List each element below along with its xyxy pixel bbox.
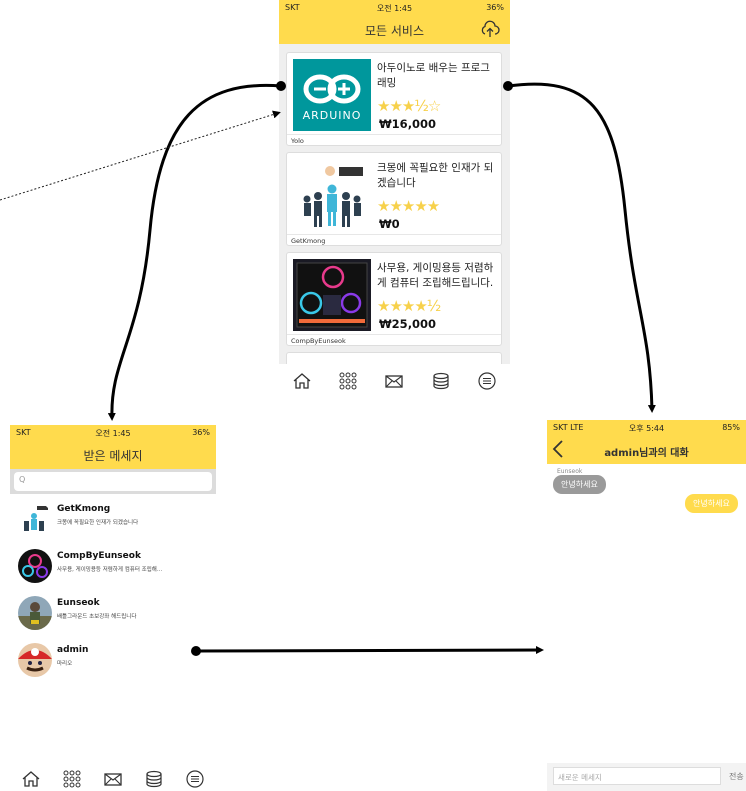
rating-stars: ★★★★½ xyxy=(377,297,441,315)
rating-stars: ★★★½☆ xyxy=(377,97,441,115)
seller-name: GetKmong xyxy=(287,234,501,247)
status-bar: SKT LTE 오후 5:44 85% xyxy=(547,420,746,436)
mail-icon[interactable] xyxy=(101,767,125,791)
messages-screen: SKT 오전 1:45 36% 받은 메세지 Q GetKmong 크몽에 꼭필… xyxy=(10,425,216,791)
status-bar: SKT 오전 1:45 36% xyxy=(279,0,510,16)
service-title: 크몽에 꼭필요한 인재가 되겠습니다 xyxy=(377,162,494,189)
page-title: admin님과의 대화 xyxy=(604,448,689,459)
home-icon[interactable] xyxy=(19,767,43,791)
arrow-admin-to-chat xyxy=(191,646,544,656)
arrow-to-chat xyxy=(503,81,656,413)
people-illustration xyxy=(293,159,371,231)
chat-item-getkmong[interactable]: GetKmong 크몽에 꼭필요한 인재가 되겠습니다 xyxy=(18,502,213,546)
status-bar: SKT 오전 1:45 36% xyxy=(10,425,216,441)
service-title: 아두이노로 배우는 프로그래밍 xyxy=(377,62,490,89)
search-input[interactable]: Q xyxy=(14,472,212,491)
battery-label: 36% xyxy=(192,428,210,437)
service-card-getkmong[interactable]: 크몽에 꼭필요한 인재가 되겠습니다 ★★★★★ ₩0 GetKmong xyxy=(286,152,502,246)
avatar xyxy=(18,596,52,630)
chat-preview: 크몽에 꼭필요한 인재가 되겠습니다 xyxy=(57,520,139,526)
battery-label: 36% xyxy=(486,3,504,12)
grid-icon[interactable] xyxy=(336,369,360,393)
arrow-to-messages xyxy=(107,81,286,421)
battery-label: 85% xyxy=(722,423,740,432)
mail-icon[interactable] xyxy=(382,369,406,393)
rating-stars: ★★★★★ xyxy=(377,197,440,215)
grid-icon[interactable] xyxy=(60,767,84,791)
avatar xyxy=(18,549,52,583)
incoming-message: 안녕하세요 xyxy=(553,475,606,494)
chat-preview: 사무용, 게이밍용등 저렴하게 컴퓨터 조립해… xyxy=(57,567,163,573)
chat-preview: 마리오 xyxy=(57,661,73,667)
avatar xyxy=(18,643,52,677)
clock: 오전 1:45 xyxy=(95,429,131,438)
header: admin님과의 대화 xyxy=(547,436,746,464)
database-icon[interactable] xyxy=(142,767,166,791)
menu-icon[interactable] xyxy=(183,767,207,791)
arduino-logo: ARDUINO xyxy=(293,59,371,131)
home-icon[interactable] xyxy=(290,369,314,393)
menu-icon[interactable] xyxy=(475,369,499,393)
clock: 오전 1:45 xyxy=(376,4,413,13)
seller-name: CompByEunseok xyxy=(287,334,501,347)
chat-name: CompByEunseok xyxy=(57,551,141,561)
outgoing-message: 안녕하세요 xyxy=(685,494,738,513)
search-icon: Q xyxy=(19,475,26,484)
page-title: 모든 서비스 xyxy=(364,24,424,38)
pc-case-photo xyxy=(293,259,371,331)
header: 받은 메세지 xyxy=(10,441,216,469)
sender-label: Eunseok xyxy=(557,468,583,475)
service-card-arduino[interactable]: ARDUINO 아두이노로 배우는 프로그래밍 ★★★½☆ ₩16,000 Yo… xyxy=(286,52,502,146)
message-input[interactable]: 새로운 메세지 xyxy=(553,767,721,785)
chat-item-admin[interactable]: admin 마리오 xyxy=(18,643,213,687)
seller-name: Yolo xyxy=(287,134,501,147)
send-button[interactable]: 전송 xyxy=(729,771,744,782)
chat-preview: 배틀그라운드 초보강좌 해드립니다 xyxy=(57,614,137,620)
cloud-upload-icon[interactable] xyxy=(480,20,500,40)
tab-bar xyxy=(279,364,510,398)
service-price: ₩0 xyxy=(379,217,400,231)
services-screen: SKT 오전 1:45 36% 모든 서비스 ARDUINO 아두이노로 배우는… xyxy=(279,0,510,398)
arduino-wordmark: ARDUINO xyxy=(302,109,362,122)
chat-name: Eunseok xyxy=(57,598,100,608)
tab-bar xyxy=(10,766,216,791)
chat-item-compbyeunseok[interactable]: CompByEunseok 사무용, 게이밍용등 저렴하게 컴퓨터 조립해… xyxy=(18,549,213,593)
page-title: 받은 메세지 xyxy=(83,449,143,463)
dotted-pointer xyxy=(0,110,281,201)
chat-screen: SKT LTE 오후 5:44 85% admin님과의 대화 Eunseok … xyxy=(547,420,746,791)
service-title: 사무용, 게이밍용등 저렴하게 컴퓨터 조립해드립니다. xyxy=(377,262,494,289)
chat-name: GetKmong xyxy=(57,504,111,514)
database-icon[interactable] xyxy=(429,369,453,393)
clock: 오후 5:44 xyxy=(628,424,665,433)
service-card-computer[interactable]: 사무용, 게이밍용등 저렴하게 컴퓨터 조립해드립니다. ★★★★½ ₩25,0… xyxy=(286,252,502,346)
chat-name: admin xyxy=(57,645,89,655)
avatar xyxy=(18,502,52,536)
message-bar: 새로운 메세지 전송 xyxy=(547,763,746,791)
service-price: ₩16,000 xyxy=(379,117,437,131)
service-price: ₩25,000 xyxy=(379,317,437,331)
header: 모든 서비스 xyxy=(279,16,510,44)
chat-item-eunseok[interactable]: Eunseok 배틀그라운드 초보강좌 해드립니다 xyxy=(18,596,213,640)
service-list: ARDUINO 아두이노로 배우는 프로그래밍 ★★★½☆ ₩16,000 Yo… xyxy=(279,44,510,366)
